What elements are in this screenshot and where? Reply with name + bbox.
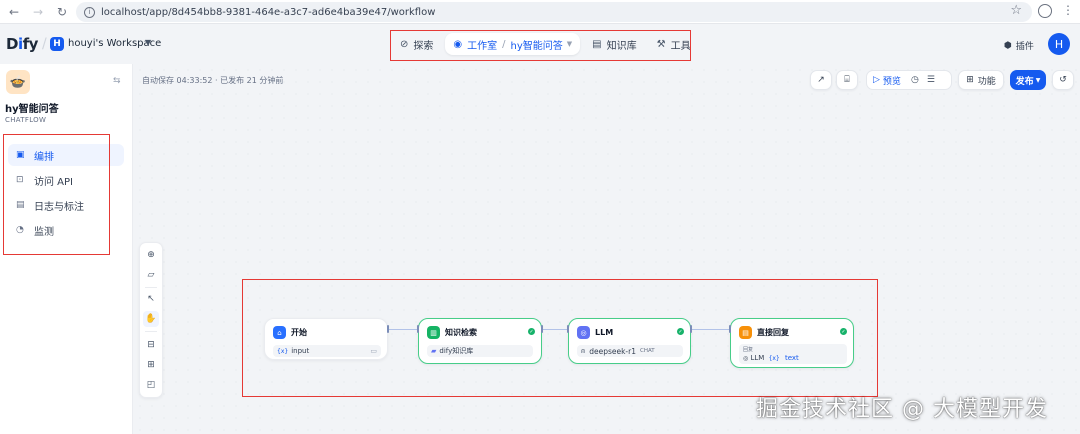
chevron-down-icon[interactable]: ▼ — [145, 38, 151, 47]
reload-icon[interactable]: ↻ — [52, 2, 72, 22]
hand-icon[interactable]: ✋ — [143, 311, 159, 327]
export-image-icon[interactable]: ⊟ — [143, 337, 159, 353]
collapse-sidebar-icon[interactable]: ⇆ — [113, 76, 121, 86]
browser-profile-icon[interactable] — [1038, 4, 1052, 18]
forward-icon[interactable]: → — [28, 2, 48, 22]
workspace-avatar[interactable]: H — [50, 37, 64, 51]
env-icon: ⌸ — [844, 75, 850, 85]
autosave-status: 自动保存 04:33:52 · 已发布 21 分钟前 — [142, 76, 284, 85]
minimap-icon[interactable]: ◰ — [143, 377, 159, 393]
preview-button[interactable]: ▷ 预览 — [867, 71, 907, 89]
external-link-icon: ↗ — [817, 75, 825, 85]
app-icon: 🍲 — [6, 70, 30, 94]
user-avatar[interactable]: H — [1048, 33, 1070, 55]
toolbar-divider — [145, 287, 157, 288]
env-variables-button[interactable]: ⌸ — [836, 70, 858, 90]
site-info-icon[interactable]: i — [84, 6, 95, 18]
app-name: hy智能问答 — [5, 104, 59, 115]
pointer-icon[interactable]: ↖ — [143, 291, 159, 307]
highlight-box-workflow — [242, 279, 878, 397]
organize-blocks-icon[interactable]: ⊞ — [143, 357, 159, 373]
history-icon[interactable]: ◷ — [907, 75, 923, 85]
watermark: 掘金技术社区 @ 大模型开发 — [756, 397, 1048, 422]
plugins-button[interactable]: ⬢ 插件 — [1004, 39, 1034, 53]
app-type: CHATFLOW — [5, 116, 47, 124]
browser-menu-icon[interactable]: ⋮ — [1062, 3, 1074, 17]
version-history-button[interactable]: ↺ — [1052, 70, 1074, 90]
checklist-icon[interactable]: ☰ — [923, 75, 939, 85]
highlight-box-nav — [390, 30, 691, 61]
address-bar[interactable]: i localhost/app/8d454bb8-9381-464e-a3c7-… — [76, 2, 1032, 22]
puzzle-icon: ⬢ — [1004, 40, 1012, 51]
dify-logo[interactable]: Dify — [6, 35, 38, 53]
preview-toolbar: ▷ 预览 ◷ ☰ — [866, 70, 952, 90]
browser-toolbar: ← → ↻ i localhost/app/8d454bb8-9381-464e… — [0, 0, 1080, 24]
bookmark-star-icon[interactable]: ☆ — [1010, 3, 1022, 18]
add-node-icon[interactable]: ⊕ — [143, 247, 159, 263]
back-icon[interactable]: ← — [4, 2, 24, 22]
canvas-toolbar: ⊕ ▱ ↖ ✋ ⊟ ⊞ ◰ — [139, 242, 163, 398]
clock-icon: ↺ — [1059, 75, 1067, 85]
app-header: Dify / H houyi's Workspace ▼ ⊘ 探索 ◉ 工作室 … — [0, 24, 1080, 64]
play-icon: ▷ — [873, 75, 880, 85]
toolbar-divider — [145, 331, 157, 332]
url-text: localhost/app/8d454bb8-9381-464e-a3c7-ad… — [101, 6, 436, 18]
add-note-icon[interactable]: ▱ — [143, 267, 159, 283]
open-in-new-button[interactable]: ↗ — [810, 70, 832, 90]
features-button[interactable]: ⊞ 功能 — [958, 70, 1004, 90]
chevron-down-icon: ▼ — [1035, 76, 1041, 84]
grid-icon: ⊞ — [966, 75, 974, 85]
header-divider: / — [42, 36, 47, 52]
highlight-box-sidebar — [3, 134, 110, 255]
publish-button[interactable]: 发布 ▼ — [1010, 70, 1046, 90]
